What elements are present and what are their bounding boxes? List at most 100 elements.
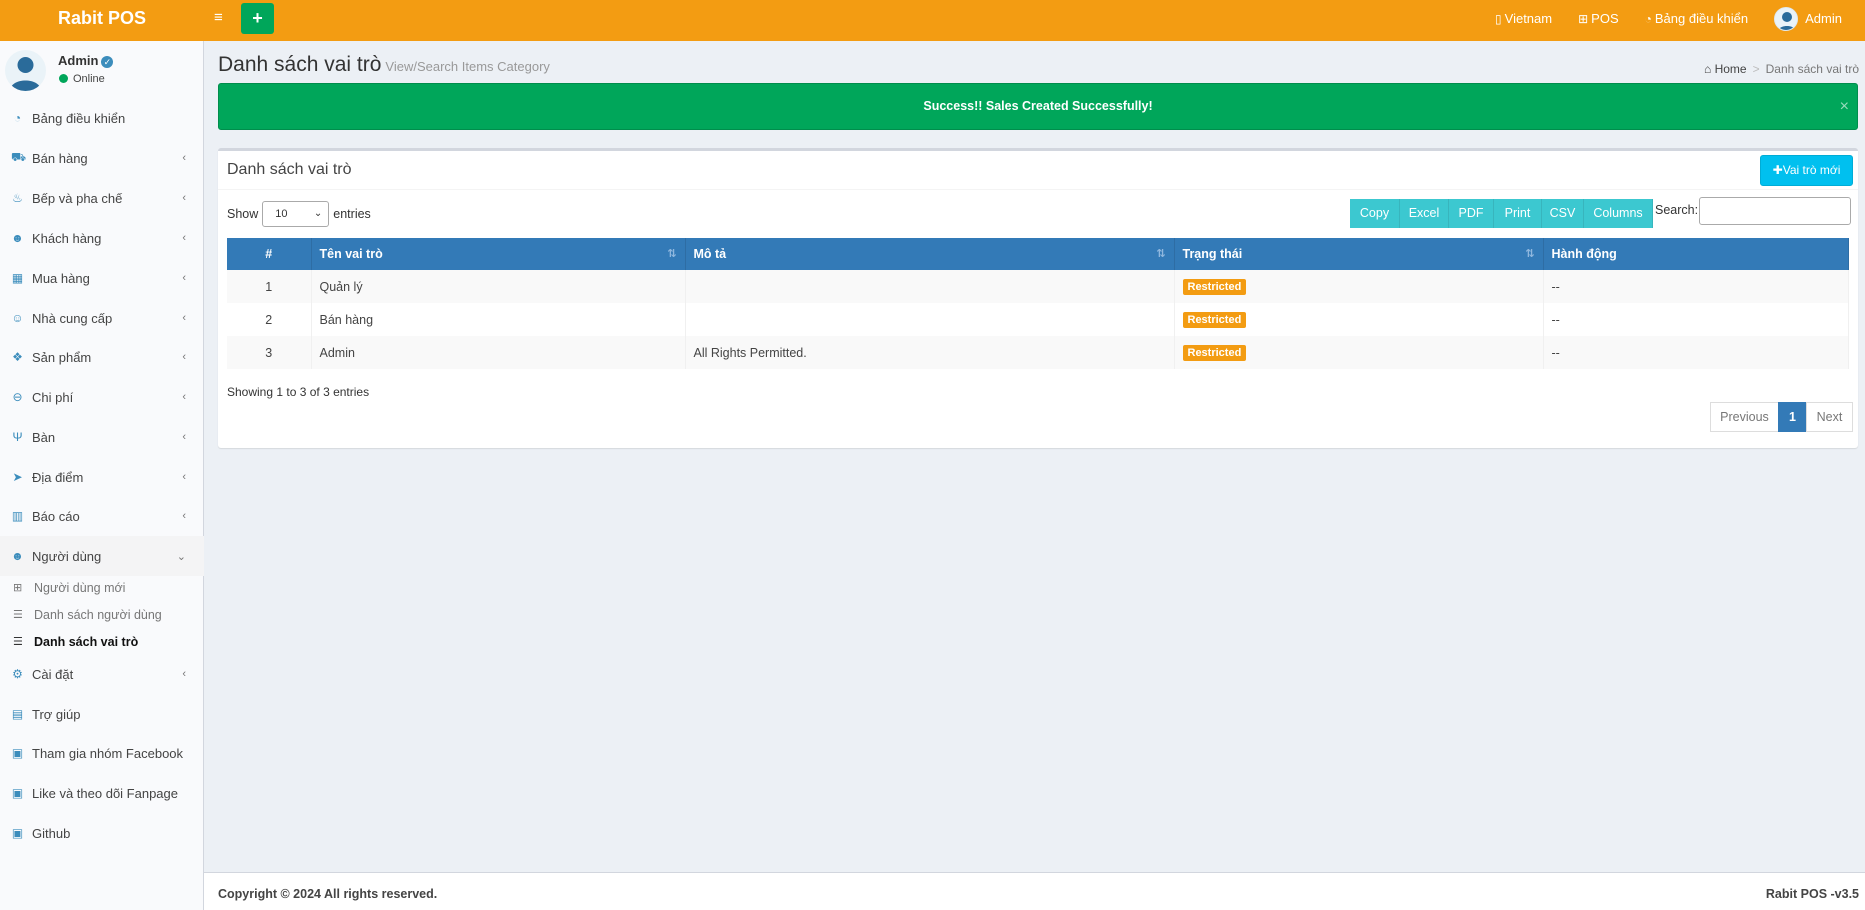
sidebar-item[interactable]: ▣ Github <box>0 813 204 853</box>
sidebar-item-label: Bàn <box>32 429 56 445</box>
sidebar-item-label: Nhà cung cấp <box>32 310 113 326</box>
chevron-left-icon: ‹ <box>182 391 186 403</box>
table-cell <box>685 303 1175 336</box>
sidebar-item[interactable]: ▥ Báo cáo ‹ <box>0 496 204 536</box>
table-cell: 1 <box>227 270 312 303</box>
status-badge: Restricted <box>1182 344 1247 361</box>
user-status: Online <box>59 73 105 85</box>
language-icon: ▯ <box>1495 11 1502 26</box>
row-number: 3 <box>265 345 273 360</box>
list-icon: ☰ <box>13 636 23 648</box>
dashboard-icon: ◔ <box>13 111 22 125</box>
sidebar-item[interactable]: ♨ Bếp và pha chế ‹ <box>0 178 204 218</box>
sidebar-item-label: Bảng điều khiển <box>32 110 126 126</box>
sidebar-item-label: Địa điểm <box>32 469 84 485</box>
table-cell: Restricted <box>1174 270 1544 303</box>
table-cell: Bán hàng <box>311 303 686 336</box>
sidebar-item[interactable]: ⊖ Chi phí ‹ <box>0 377 204 417</box>
user-panel: Admin ✓ Online <box>0 41 204 98</box>
sidebar-item[interactable]: ◔ Bảng điều khiển <box>0 98 204 138</box>
export-print-button[interactable]: Print <box>1494 199 1542 228</box>
dashboard-icon: ◔ <box>1644 11 1652 26</box>
sidebar-item[interactable]: ▦ Mua hàng ‹ <box>0 258 204 298</box>
breadcrumb-home[interactable]: Home <box>1715 62 1747 76</box>
table-row: 3 Admin All Rights Permitted. Restricted -- <box>227 336 1849 369</box>
success-alert: Success!! Sales Created Successfully! × <box>218 83 1858 130</box>
minus-circle-icon: ⊖ <box>12 390 23 404</box>
chevron-left-icon: ‹ <box>182 312 186 324</box>
export-buttons: Copy Excel PDF Print CSV Columns <box>1350 199 1653 228</box>
sidebar-item[interactable]: ⛟ Bán hàng ‹ <box>0 138 204 178</box>
chevron-left-icon: ‹ <box>182 351 186 363</box>
sidebar-subitem[interactable]: ☰ Danh sách vai trò <box>0 628 204 655</box>
export-columns-button[interactable]: Columns <box>1584 199 1653 228</box>
brand-logo[interactable]: Rabit POS <box>0 0 204 41</box>
export-pdf-button[interactable]: PDF <box>1449 199 1494 228</box>
row-action: -- <box>1551 312 1560 327</box>
sidebar-item[interactable]: ▤ Trợ giúp <box>0 694 204 734</box>
briefcase-icon: ▣ <box>11 786 24 800</box>
sidebar-item[interactable]: ☺ Nhà cung cấp ‹ <box>0 298 204 338</box>
cubes-icon: ❖ <box>12 350 23 364</box>
chevron-left-icon: ‹ <box>182 471 186 483</box>
sidebar-item[interactable]: ☻ Người dùng ⌄ <box>0 536 204 576</box>
page-1-button[interactable]: 1 <box>1778 402 1807 432</box>
sort-icon: ⇅ <box>667 248 677 260</box>
table-header-row: # Tên vai trò ⇅ Mô tả ⇅ Trạng thái ⇅ Hành đ… <box>227 238 1849 270</box>
sidebar-subitem[interactable]: ⊞ Người dùng mới <box>0 574 204 601</box>
table-row: 2 Bán hàng Restricted -- <box>227 303 1849 336</box>
column-header-status[interactable]: Trạng thái ⇅ <box>1174 238 1544 270</box>
copyright: Copyright © 2024 All rights reserved. <box>218 887 438 901</box>
menu-toggle-icon[interactable]: ≡ <box>214 10 230 26</box>
new-role-button[interactable]: ✚Vai trò mới <box>1760 155 1853 186</box>
sidebar-item[interactable]: ☻ Khách hàng ‹ <box>0 218 204 258</box>
table-cell: Restricted <box>1174 336 1544 369</box>
close-icon[interactable]: × <box>1840 84 1849 129</box>
export-copy-button[interactable]: Copy <box>1350 199 1400 228</box>
chevron-left-icon: ‹ <box>182 192 186 204</box>
pos-link[interactable]: ⊞ POS <box>1565 11 1632 26</box>
sidebar-item[interactable]: Ψ Bàn ‹ <box>0 417 204 457</box>
user-menu[interactable]: Admin <box>1761 6 1855 31</box>
search-input[interactable] <box>1699 197 1851 225</box>
roles-box: Danh sách vai trò ✚Vai trò mới Show 10 ⌄ … <box>218 148 1858 448</box>
quick-add-button[interactable]: + <box>241 3 274 34</box>
top-header: Rabit POS ≡ + ▯ Vietnam ⊞ POS ◔ Bảng điề… <box>0 0 1865 41</box>
verified-icon: ✓ <box>101 56 114 68</box>
sidebar-item[interactable]: ▣ Like và theo dõi Fanpage <box>0 773 204 813</box>
previous-page-button[interactable]: Previous <box>1710 402 1779 432</box>
export-csv-button[interactable]: CSV <box>1542 199 1584 228</box>
column-header-description[interactable]: Mô tả ⇅ <box>685 238 1175 270</box>
column-header-name[interactable]: Tên vai trò ⇅ <box>311 238 686 270</box>
box-divider <box>218 189 1858 190</box>
page-subtitle: View/Search Items Category <box>385 59 550 74</box>
sidebar-subitem[interactable]: ☰ Danh sách người dùng <box>0 601 204 628</box>
list-icon: ☰ <box>13 609 23 621</box>
sidebar-item[interactable]: ▣ Tham gia nhóm Facebook <box>0 733 204 773</box>
users-icon: ☻ <box>11 231 24 245</box>
export-excel-button[interactable]: Excel <box>1400 199 1449 228</box>
page-length-select[interactable]: 10 ⌄ <box>262 201 330 227</box>
next-page-button[interactable]: Next <box>1806 402 1853 432</box>
sidebar-item-label: Github <box>32 825 71 841</box>
chevron-left-icon: ‹ <box>182 272 186 284</box>
sidebar-item[interactable]: ❖ Sản phẩm ‹ <box>0 337 204 377</box>
sidebar-item-label: Bếp và pha chế <box>32 190 123 206</box>
sidebar-item[interactable]: ⚙ Cài đặt ‹ <box>0 654 204 694</box>
kitchen-icon: ♨ <box>12 191 23 205</box>
users-icon: ☻ <box>11 549 24 563</box>
sidebar-subitem-label: Danh sách vai trò <box>34 634 139 649</box>
user-name: Admin ✓ <box>58 53 114 68</box>
column-header-number[interactable]: # <box>227 238 312 270</box>
row-action: -- <box>1551 279 1560 294</box>
table-cell: -- <box>1543 270 1849 303</box>
row-number: 1 <box>265 279 273 294</box>
plus-square-icon: ⊞ <box>13 582 23 594</box>
sidebar-subitem-label: Danh sách người dùng <box>34 607 162 622</box>
dashboard-link[interactable]: ◔ Bảng điều khiển <box>1632 11 1762 26</box>
cogs-icon: ⚙ <box>12 667 23 681</box>
sidebar-item[interactable]: ➤ Địa điểm ‹ <box>0 457 204 497</box>
role-name: Quản lý <box>319 279 363 294</box>
language-link[interactable]: ▯ Vietnam <box>1482 11 1565 26</box>
home-icon: ⌂ <box>1703 62 1712 76</box>
